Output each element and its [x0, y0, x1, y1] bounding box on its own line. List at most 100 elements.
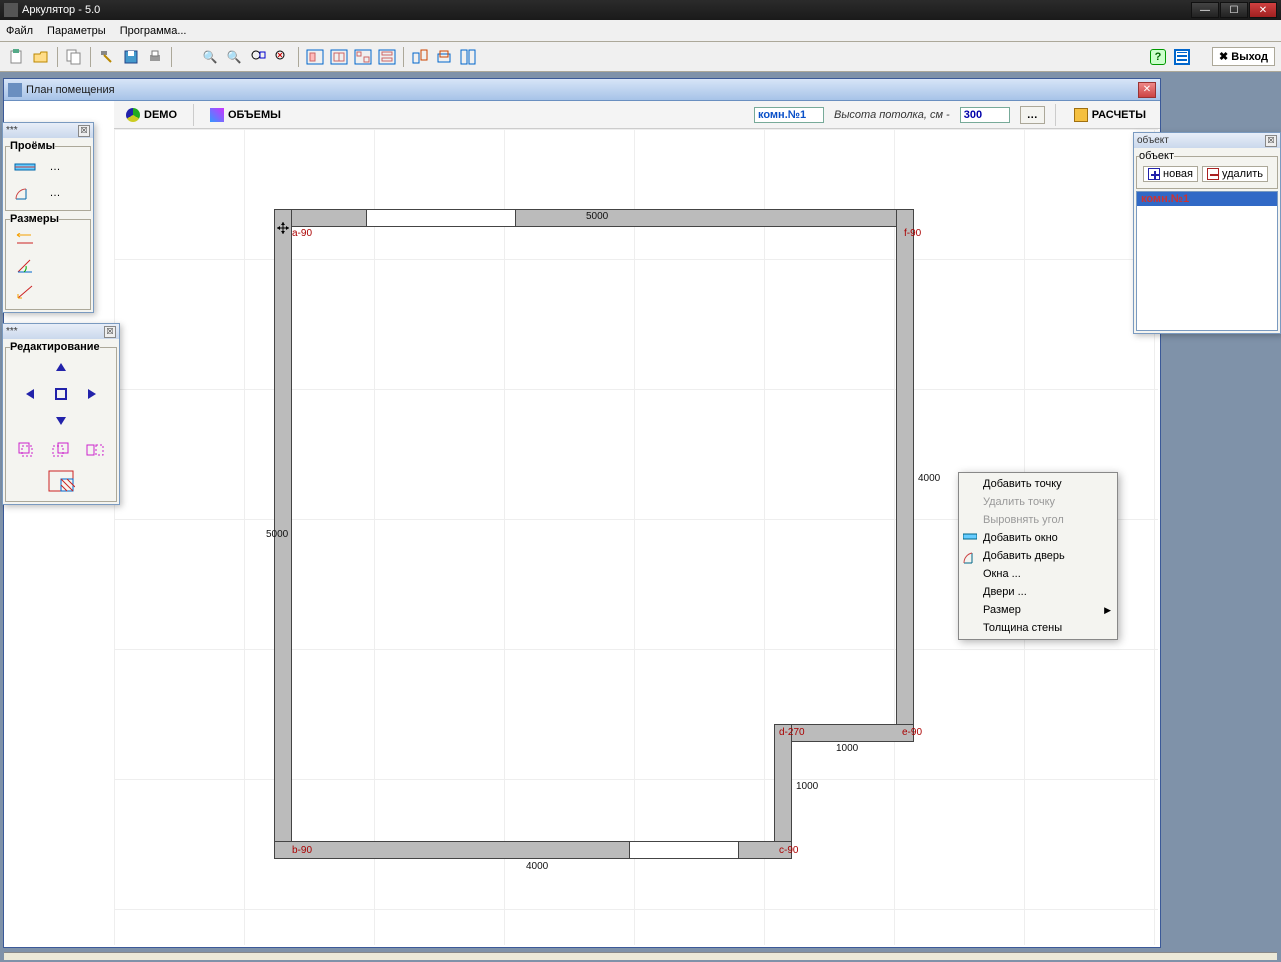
tb-zoomin-icon[interactable]: 🔍 — [199, 46, 221, 68]
tb-view1-icon[interactable] — [304, 46, 326, 68]
toolbox1-close-icon[interactable]: ☒ — [78, 125, 90, 137]
volumes-icon — [210, 108, 224, 122]
rotate-cw-icon[interactable] — [48, 439, 74, 461]
tb-layer2-icon[interactable] — [433, 46, 455, 68]
toolbox1-title: *** — [6, 125, 78, 136]
tb-new-icon[interactable] — [6, 46, 28, 68]
tb-zoom100-icon[interactable] — [271, 46, 293, 68]
tb-layer3-icon[interactable] — [457, 46, 479, 68]
tb-hammer-icon[interactable] — [96, 46, 118, 68]
tb-sep — [403, 47, 404, 67]
toolbox2-close-icon[interactable]: ☒ — [104, 326, 116, 338]
dim-h-tool-icon[interactable] — [12, 229, 38, 251]
plan-close-button[interactable]: ✕ — [1138, 82, 1156, 98]
ceiling-more-button[interactable]: … — [1020, 106, 1045, 124]
move-center-icon[interactable] — [48, 383, 74, 405]
corner-a-marker[interactable] — [276, 221, 290, 238]
window-more-icon[interactable]: … — [42, 156, 68, 178]
tb-view2-icon[interactable] — [328, 46, 350, 68]
app-title: Аркулятор - 5.0 — [22, 4, 1191, 16]
corner-b: b-90 — [290, 845, 314, 856]
ctx-add-point[interactable]: Добавить точку — [959, 475, 1117, 493]
sizes-label: Размеры — [10, 213, 59, 225]
ctx-windows-label: Окна ... — [983, 568, 1021, 580]
calc-icon — [1074, 108, 1088, 122]
door-tool-icon[interactable] — [12, 182, 38, 204]
object-palette[interactable]: объект ☒ объект новая удалить комн.№1 — [1133, 132, 1281, 334]
tb-open-icon[interactable] — [30, 46, 52, 68]
toolbox-openings[interactable]: *** ☒ Проёмы … … Размеры — [2, 122, 94, 313]
dim-step-h: 1000 — [834, 743, 860, 754]
demo-button[interactable]: DEMO — [120, 106, 183, 124]
menu-params[interactable]: Параметры — [47, 25, 106, 37]
minus-icon — [1207, 168, 1219, 180]
dim-step-v: 1000 — [794, 781, 820, 792]
plan-titlebar[interactable]: План помещения ✕ — [4, 79, 1160, 101]
tb-view3-icon[interactable] — [352, 46, 374, 68]
ctx-windows[interactable]: Окна ... — [959, 565, 1117, 583]
tb-sep — [171, 47, 172, 67]
tb-save-icon[interactable] — [120, 46, 142, 68]
tb-layer1-icon[interactable] — [409, 46, 431, 68]
grid-toggle-icon[interactable] — [1174, 49, 1190, 65]
dim-top: 5000 — [584, 211, 610, 222]
statusbar — [4, 952, 1277, 960]
move-left-icon[interactable] — [18, 383, 44, 405]
object-close-icon[interactable]: ☒ — [1265, 135, 1277, 147]
object-group-label: объект — [1139, 150, 1174, 162]
ceiling-height-input[interactable] — [960, 107, 1010, 123]
mirror-icon[interactable] — [82, 439, 108, 461]
toolbox2-titlebar[interactable]: *** ☒ — [3, 324, 119, 339]
minimize-button[interactable]: — — [1191, 2, 1219, 18]
close-button[interactable]: ✕ — [1249, 2, 1277, 18]
room-name-input[interactable] — [754, 107, 824, 123]
main-toolbar: 🔍 🔍 ? ✖ Выход — [0, 42, 1281, 72]
rotate-ccw-icon[interactable] — [14, 439, 40, 461]
tb-zoomfit-icon[interactable] — [247, 46, 269, 68]
corner-f: f-90 — [902, 228, 923, 239]
tb-zoomout-icon[interactable]: 🔍 — [223, 46, 245, 68]
dim-diag-tool-icon[interactable] — [12, 281, 38, 303]
object-new-button[interactable]: новая — [1143, 166, 1198, 182]
plan-subtoolbar: DEMO ОБЪЕМЫ Высота потолка, см - … РАСЧЕ… — [114, 101, 1160, 129]
hatch-tool-icon[interactable] — [44, 467, 78, 495]
object-delete-label: удалить — [1222, 168, 1263, 180]
wall-top-opening[interactable] — [366, 209, 516, 227]
ctx-add-door[interactable]: Добавить дверь — [959, 547, 1117, 565]
toolbox-edit[interactable]: *** ☒ Редактирование — [2, 323, 120, 505]
ctx-add-window[interactable]: Добавить окно — [959, 529, 1117, 547]
door-more-icon[interactable]: … — [42, 182, 68, 204]
volumes-button[interactable]: ОБЪЕМЫ — [204, 106, 287, 124]
object-titlebar[interactable]: объект ☒ — [1134, 133, 1280, 148]
dim-angle-tool-icon[interactable] — [12, 255, 38, 277]
toolbox1-titlebar[interactable]: *** ☒ — [3, 123, 93, 138]
exit-button[interactable]: ✖ Выход — [1212, 47, 1275, 66]
window-tool-icon[interactable] — [12, 156, 38, 178]
wall-bottom-opening[interactable] — [629, 841, 739, 859]
help-icon[interactable]: ? — [1150, 49, 1166, 65]
menu-program[interactable]: Программа... — [120, 25, 187, 37]
ctx-doors[interactable]: Двери ... — [959, 583, 1117, 601]
tb-sep — [90, 47, 91, 67]
move-down-icon[interactable] — [48, 409, 74, 431]
wall-step-vert[interactable] — [774, 724, 792, 859]
ctx-wall-thickness[interactable]: Толщина стены — [959, 619, 1117, 637]
tb-view4-icon[interactable] — [376, 46, 398, 68]
move-right-icon[interactable] — [78, 383, 104, 405]
plan-title: План помещения — [26, 84, 1138, 96]
move-up-icon[interactable] — [48, 357, 74, 379]
tb-sep — [298, 47, 299, 67]
calc-label: РАСЧЕТЫ — [1092, 109, 1146, 121]
calc-button[interactable]: РАСЧЕТЫ — [1066, 106, 1154, 124]
tb-copy-icon[interactable] — [63, 46, 85, 68]
menu-file[interactable]: Файл — [6, 25, 33, 37]
wall-right-upper[interactable] — [896, 209, 914, 739]
maximize-button[interactable]: ☐ — [1220, 2, 1248, 18]
object-list[interactable]: комн.№1 — [1136, 191, 1278, 331]
plus-icon — [1148, 168, 1160, 180]
demo-label: DEMO — [144, 109, 177, 121]
ctx-size[interactable]: Размер▶ — [959, 601, 1117, 619]
object-list-item[interactable]: комн.№1 — [1137, 192, 1277, 206]
tb-print-icon[interactable] — [144, 46, 166, 68]
object-delete-button[interactable]: удалить — [1202, 166, 1268, 182]
